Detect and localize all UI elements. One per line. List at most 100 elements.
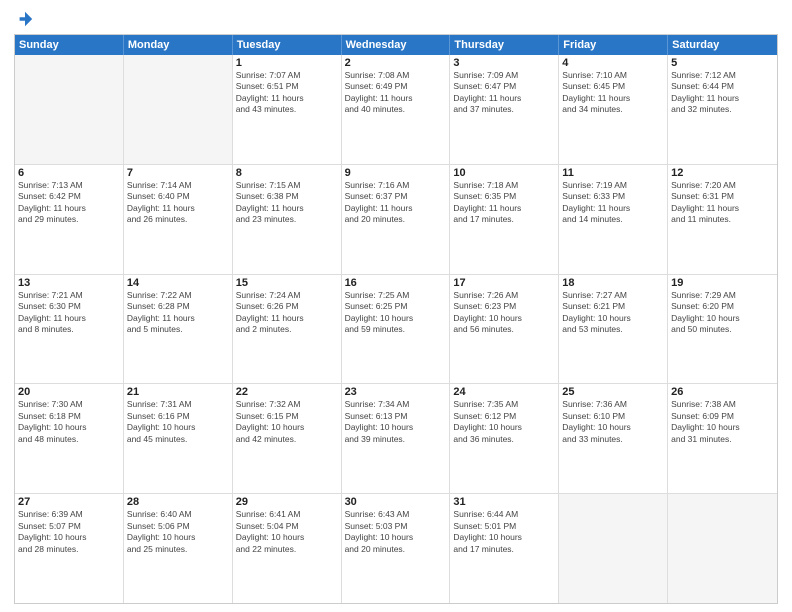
calendar-cell-28: 28Sunrise: 6:40 AM Sunset: 5:06 PM Dayli… <box>124 494 233 603</box>
day-number: 17 <box>453 277 555 289</box>
cell-content: Sunrise: 7:25 AM Sunset: 6:25 PM Dayligh… <box>345 290 447 336</box>
day-number: 2 <box>345 57 447 69</box>
cell-content: Sunrise: 7:26 AM Sunset: 6:23 PM Dayligh… <box>453 290 555 336</box>
page-container: SundayMondayTuesdayWednesdayThursdayFrid… <box>0 0 792 612</box>
header-day-friday: Friday <box>559 35 668 55</box>
cell-content: Sunrise: 7:12 AM Sunset: 6:44 PM Dayligh… <box>671 70 774 116</box>
cell-content: Sunrise: 6:43 AM Sunset: 5:03 PM Dayligh… <box>345 509 447 555</box>
cell-content: Sunrise: 6:41 AM Sunset: 5:04 PM Dayligh… <box>236 509 338 555</box>
cell-content: Sunrise: 6:39 AM Sunset: 5:07 PM Dayligh… <box>18 509 120 555</box>
cell-content: Sunrise: 7:19 AM Sunset: 6:33 PM Dayligh… <box>562 180 664 226</box>
calendar-cell-6: 6Sunrise: 7:13 AM Sunset: 6:42 PM Daylig… <box>15 165 124 274</box>
calendar-cell-empty-0-0 <box>15 55 124 164</box>
cell-content: Sunrise: 7:18 AM Sunset: 6:35 PM Dayligh… <box>453 180 555 226</box>
day-number: 14 <box>127 277 229 289</box>
cell-content: Sunrise: 7:15 AM Sunset: 6:38 PM Dayligh… <box>236 180 338 226</box>
cell-content: Sunrise: 7:13 AM Sunset: 6:42 PM Dayligh… <box>18 180 120 226</box>
calendar-header: SundayMondayTuesdayWednesdayThursdayFrid… <box>15 35 777 55</box>
logo-icon <box>16 10 34 28</box>
calendar-cell-7: 7Sunrise: 7:14 AM Sunset: 6:40 PM Daylig… <box>124 165 233 274</box>
cell-content: Sunrise: 7:31 AM Sunset: 6:16 PM Dayligh… <box>127 399 229 445</box>
cell-content: Sunrise: 7:16 AM Sunset: 6:37 PM Dayligh… <box>345 180 447 226</box>
calendar-cell-15: 15Sunrise: 7:24 AM Sunset: 6:26 PM Dayli… <box>233 275 342 384</box>
cell-content: Sunrise: 7:30 AM Sunset: 6:18 PM Dayligh… <box>18 399 120 445</box>
calendar-cell-20: 20Sunrise: 7:30 AM Sunset: 6:18 PM Dayli… <box>15 384 124 493</box>
day-number: 6 <box>18 167 120 179</box>
day-number: 11 <box>562 167 664 179</box>
calendar-cell-17: 17Sunrise: 7:26 AM Sunset: 6:23 PM Dayli… <box>450 275 559 384</box>
calendar-cell-10: 10Sunrise: 7:18 AM Sunset: 6:35 PM Dayli… <box>450 165 559 274</box>
day-number: 1 <box>236 57 338 69</box>
day-number: 18 <box>562 277 664 289</box>
calendar-row-4: 20Sunrise: 7:30 AM Sunset: 6:18 PM Dayli… <box>15 383 777 493</box>
calendar-cell-1: 1Sunrise: 7:07 AM Sunset: 6:51 PM Daylig… <box>233 55 342 164</box>
calendar-cell-18: 18Sunrise: 7:27 AM Sunset: 6:21 PM Dayli… <box>559 275 668 384</box>
header-day-tuesday: Tuesday <box>233 35 342 55</box>
day-number: 13 <box>18 277 120 289</box>
day-number: 24 <box>453 386 555 398</box>
calendar-cell-29: 29Sunrise: 6:41 AM Sunset: 5:04 PM Dayli… <box>233 494 342 603</box>
day-number: 23 <box>345 386 447 398</box>
calendar-cell-19: 19Sunrise: 7:29 AM Sunset: 6:20 PM Dayli… <box>668 275 777 384</box>
day-number: 26 <box>671 386 774 398</box>
cell-content: Sunrise: 7:34 AM Sunset: 6:13 PM Dayligh… <box>345 399 447 445</box>
calendar-cell-3: 3Sunrise: 7:09 AM Sunset: 6:47 PM Daylig… <box>450 55 559 164</box>
day-number: 4 <box>562 57 664 69</box>
calendar-cell-22: 22Sunrise: 7:32 AM Sunset: 6:15 PM Dayli… <box>233 384 342 493</box>
logo <box>14 10 34 28</box>
calendar-body: 1Sunrise: 7:07 AM Sunset: 6:51 PM Daylig… <box>15 55 777 603</box>
day-number: 30 <box>345 496 447 508</box>
cell-content: Sunrise: 7:35 AM Sunset: 6:12 PM Dayligh… <box>453 399 555 445</box>
day-number: 15 <box>236 277 338 289</box>
cell-content: Sunrise: 7:29 AM Sunset: 6:20 PM Dayligh… <box>671 290 774 336</box>
calendar-row-3: 13Sunrise: 7:21 AM Sunset: 6:30 PM Dayli… <box>15 274 777 384</box>
calendar-cell-4: 4Sunrise: 7:10 AM Sunset: 6:45 PM Daylig… <box>559 55 668 164</box>
cell-content: Sunrise: 7:32 AM Sunset: 6:15 PM Dayligh… <box>236 399 338 445</box>
cell-content: Sunrise: 7:07 AM Sunset: 6:51 PM Dayligh… <box>236 70 338 116</box>
header-day-saturday: Saturday <box>668 35 777 55</box>
header-day-sunday: Sunday <box>15 35 124 55</box>
day-number: 7 <box>127 167 229 179</box>
calendar-cell-14: 14Sunrise: 7:22 AM Sunset: 6:28 PM Dayli… <box>124 275 233 384</box>
calendar-cell-23: 23Sunrise: 7:34 AM Sunset: 6:13 PM Dayli… <box>342 384 451 493</box>
calendar-cell-empty-4-5 <box>559 494 668 603</box>
day-number: 12 <box>671 167 774 179</box>
calendar-row-2: 6Sunrise: 7:13 AM Sunset: 6:42 PM Daylig… <box>15 164 777 274</box>
cell-content: Sunrise: 7:36 AM Sunset: 6:10 PM Dayligh… <box>562 399 664 445</box>
calendar-row-5: 27Sunrise: 6:39 AM Sunset: 5:07 PM Dayli… <box>15 493 777 603</box>
day-number: 3 <box>453 57 555 69</box>
day-number: 22 <box>236 386 338 398</box>
day-number: 31 <box>453 496 555 508</box>
day-number: 25 <box>562 386 664 398</box>
calendar-cell-16: 16Sunrise: 7:25 AM Sunset: 6:25 PM Dayli… <box>342 275 451 384</box>
cell-content: Sunrise: 7:27 AM Sunset: 6:21 PM Dayligh… <box>562 290 664 336</box>
day-number: 29 <box>236 496 338 508</box>
cell-content: Sunrise: 6:44 AM Sunset: 5:01 PM Dayligh… <box>453 509 555 555</box>
header-day-monday: Monday <box>124 35 233 55</box>
day-number: 5 <box>671 57 774 69</box>
day-number: 27 <box>18 496 120 508</box>
day-number: 20 <box>18 386 120 398</box>
calendar-cell-13: 13Sunrise: 7:21 AM Sunset: 6:30 PM Dayli… <box>15 275 124 384</box>
calendar-cell-27: 27Sunrise: 6:39 AM Sunset: 5:07 PM Dayli… <box>15 494 124 603</box>
cell-content: Sunrise: 7:08 AM Sunset: 6:49 PM Dayligh… <box>345 70 447 116</box>
calendar-cell-2: 2Sunrise: 7:08 AM Sunset: 6:49 PM Daylig… <box>342 55 451 164</box>
cell-content: Sunrise: 7:09 AM Sunset: 6:47 PM Dayligh… <box>453 70 555 116</box>
calendar-cell-30: 30Sunrise: 6:43 AM Sunset: 5:03 PM Dayli… <box>342 494 451 603</box>
calendar-cell-empty-0-1 <box>124 55 233 164</box>
calendar: SundayMondayTuesdayWednesdayThursdayFrid… <box>14 34 778 604</box>
calendar-cell-9: 9Sunrise: 7:16 AM Sunset: 6:37 PM Daylig… <box>342 165 451 274</box>
calendar-cell-25: 25Sunrise: 7:36 AM Sunset: 6:10 PM Dayli… <box>559 384 668 493</box>
day-number: 8 <box>236 167 338 179</box>
cell-content: Sunrise: 7:21 AM Sunset: 6:30 PM Dayligh… <box>18 290 120 336</box>
calendar-cell-11: 11Sunrise: 7:19 AM Sunset: 6:33 PM Dayli… <box>559 165 668 274</box>
cell-content: Sunrise: 7:14 AM Sunset: 6:40 PM Dayligh… <box>127 180 229 226</box>
calendar-cell-21: 21Sunrise: 7:31 AM Sunset: 6:16 PM Dayli… <box>124 384 233 493</box>
day-number: 28 <box>127 496 229 508</box>
day-number: 9 <box>345 167 447 179</box>
calendar-cell-empty-4-6 <box>668 494 777 603</box>
calendar-cell-31: 31Sunrise: 6:44 AM Sunset: 5:01 PM Dayli… <box>450 494 559 603</box>
cell-content: Sunrise: 6:40 AM Sunset: 5:06 PM Dayligh… <box>127 509 229 555</box>
calendar-cell-8: 8Sunrise: 7:15 AM Sunset: 6:38 PM Daylig… <box>233 165 342 274</box>
header-day-thursday: Thursday <box>450 35 559 55</box>
